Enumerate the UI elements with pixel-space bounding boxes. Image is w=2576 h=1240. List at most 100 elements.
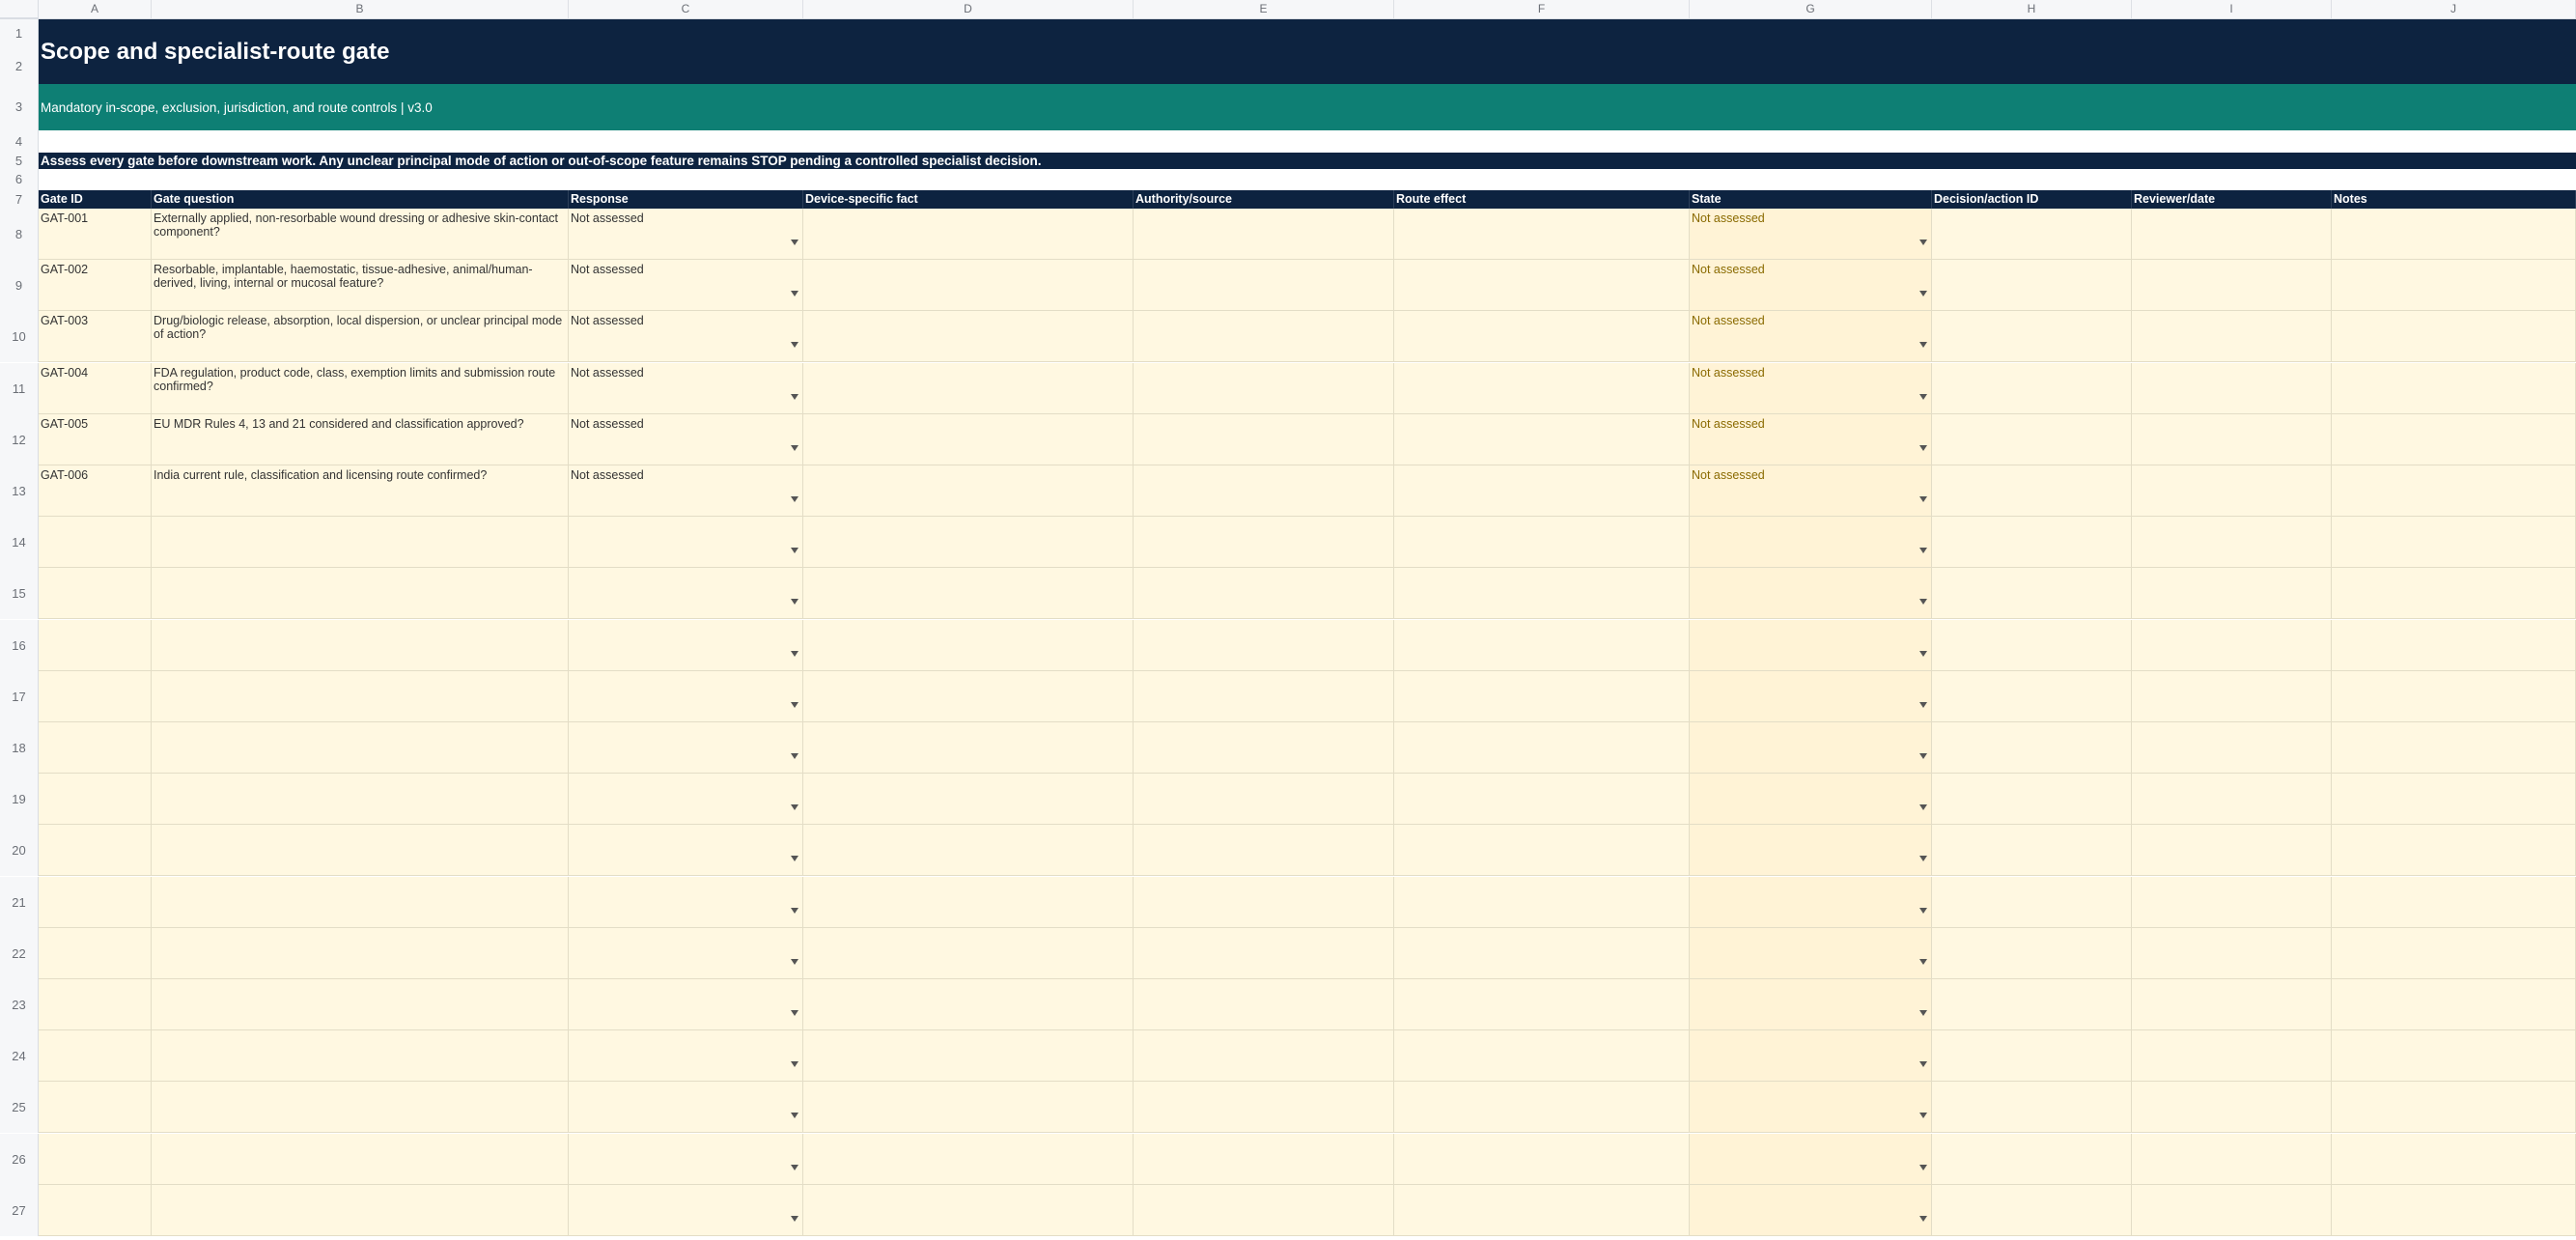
response-dropdown[interactable]	[569, 619, 803, 670]
notes-cell[interactable]	[2332, 722, 2576, 773]
dropdown-arrow-icon[interactable]	[1919, 753, 1927, 759]
state-dropdown[interactable]	[1690, 1082, 1932, 1133]
authority-cell[interactable]	[1134, 670, 1394, 721]
decision-id-cell[interactable]	[1932, 825, 2132, 876]
gate-question-cell[interactable]: EU MDR Rules 4, 13 and 21 considered and…	[152, 413, 569, 465]
authority-cell[interactable]	[1134, 1030, 1394, 1082]
response-dropdown[interactable]	[569, 722, 803, 773]
authority-cell[interactable]	[1134, 311, 1394, 362]
reviewer-date-cell[interactable]	[2132, 311, 2332, 362]
state-dropdown[interactable]: Not assessed	[1690, 413, 1932, 465]
state-dropdown[interactable]	[1690, 774, 1932, 825]
gate-id-cell[interactable]: GAT-006	[39, 465, 152, 516]
select-all-corner[interactable]	[0, 0, 39, 18]
reviewer-date-cell[interactable]	[2132, 413, 2332, 465]
dropdown-arrow-icon[interactable]	[1919, 291, 1927, 297]
reviewer-date-cell[interactable]	[2132, 876, 2332, 927]
gate-question-cell[interactable]	[152, 1133, 569, 1184]
notes-cell[interactable]	[2332, 876, 2576, 927]
response-dropdown[interactable]	[569, 568, 803, 619]
device-fact-cell[interactable]	[803, 1184, 1134, 1235]
response-dropdown[interactable]	[569, 1133, 803, 1184]
notes-cell[interactable]	[2332, 1184, 2576, 1235]
reviewer-date-cell[interactable]	[2132, 1184, 2332, 1235]
authority-cell[interactable]	[1134, 979, 1394, 1029]
dropdown-arrow-icon[interactable]	[791, 342, 798, 349]
dropdown-arrow-icon[interactable]	[791, 753, 798, 759]
gate-question-cell[interactable]: Externally applied, non-resorbable wound…	[152, 209, 569, 259]
route-effect-cell[interactable]	[1394, 311, 1690, 362]
gate-question-cell[interactable]	[152, 774, 569, 825]
decision-id-cell[interactable]	[1932, 209, 2132, 259]
notes-cell[interactable]	[2332, 670, 2576, 721]
authority-cell[interactable]	[1134, 876, 1394, 927]
reviewer-date-cell[interactable]	[2132, 1133, 2332, 1184]
dropdown-arrow-icon[interactable]	[791, 804, 798, 811]
row-header[interactable]: 23	[0, 979, 39, 1030]
authority-cell[interactable]	[1134, 362, 1394, 413]
response-dropdown[interactable]	[569, 927, 803, 978]
column-header-c[interactable]: C	[569, 0, 803, 18]
gate-id-cell[interactable]	[39, 1030, 152, 1082]
response-dropdown[interactable]: Not assessed	[569, 209, 803, 259]
column-header-g[interactable]: G	[1690, 0, 1932, 18]
route-effect-cell[interactable]	[1394, 568, 1690, 619]
decision-id-cell[interactable]	[1932, 979, 2132, 1029]
row-header[interactable]: 9	[0, 260, 39, 312]
dropdown-arrow-icon[interactable]	[791, 1215, 798, 1222]
reviewer-date-cell[interactable]	[2132, 517, 2332, 568]
decision-id-cell[interactable]	[1932, 465, 2132, 516]
reviewer-date-cell[interactable]	[2132, 774, 2332, 825]
row-header[interactable]: 3	[0, 84, 39, 130]
row-header[interactable]: 5	[0, 153, 39, 169]
dropdown-arrow-icon[interactable]	[791, 444, 798, 451]
decision-id-cell[interactable]	[1932, 311, 2132, 362]
gate-id-cell[interactable]	[39, 1184, 152, 1235]
device-fact-cell[interactable]	[803, 311, 1134, 362]
route-effect-cell[interactable]	[1394, 927, 1690, 978]
state-dropdown[interactable]	[1690, 619, 1932, 670]
notes-cell[interactable]	[2332, 209, 2576, 259]
reviewer-date-cell[interactable]	[2132, 722, 2332, 773]
state-dropdown[interactable]	[1690, 517, 1932, 568]
device-fact-cell[interactable]	[803, 1133, 1134, 1184]
route-effect-cell[interactable]	[1394, 465, 1690, 516]
gate-question-cell[interactable]	[152, 876, 569, 927]
decision-id-cell[interactable]	[1932, 876, 2132, 927]
route-effect-cell[interactable]	[1394, 774, 1690, 825]
row-header[interactable]: 11	[0, 362, 39, 414]
authority-cell[interactable]	[1134, 1133, 1394, 1184]
decision-id-cell[interactable]	[1932, 1133, 2132, 1184]
reviewer-date-cell[interactable]	[2132, 927, 2332, 978]
dropdown-arrow-icon[interactable]	[1919, 958, 1927, 965]
gate-id-cell[interactable]	[39, 722, 152, 773]
gate-id-cell[interactable]	[39, 927, 152, 978]
row-header[interactable]: 19	[0, 774, 39, 826]
authority-cell[interactable]	[1134, 825, 1394, 876]
notes-cell[interactable]	[2332, 465, 2576, 516]
dropdown-arrow-icon[interactable]	[1919, 393, 1927, 400]
device-fact-cell[interactable]	[803, 209, 1134, 259]
notes-cell[interactable]	[2332, 1133, 2576, 1184]
dropdown-arrow-icon[interactable]	[791, 496, 798, 502]
gate-question-cell[interactable]	[152, 568, 569, 619]
state-dropdown[interactable]	[1690, 979, 1932, 1029]
response-dropdown[interactable]	[569, 670, 803, 721]
authority-cell[interactable]	[1134, 413, 1394, 465]
dropdown-arrow-icon[interactable]	[791, 291, 798, 297]
device-fact-cell[interactable]	[803, 260, 1134, 311]
dropdown-arrow-icon[interactable]	[791, 393, 798, 400]
route-effect-cell[interactable]	[1394, 209, 1690, 259]
row-header[interactable]: 10	[0, 311, 39, 363]
column-header-b[interactable]: B	[152, 0, 569, 18]
dropdown-arrow-icon[interactable]	[1919, 804, 1927, 811]
gate-id-cell[interactable]	[39, 825, 152, 876]
row-header[interactable]: 4	[0, 130, 39, 153]
route-effect-cell[interactable]	[1394, 722, 1690, 773]
authority-cell[interactable]	[1134, 619, 1394, 670]
notes-cell[interactable]	[2332, 927, 2576, 978]
notes-cell[interactable]	[2332, 979, 2576, 1029]
row-header[interactable]: 8	[0, 209, 39, 260]
dropdown-arrow-icon[interactable]	[1919, 342, 1927, 349]
state-dropdown[interactable]: Not assessed	[1690, 260, 1932, 311]
